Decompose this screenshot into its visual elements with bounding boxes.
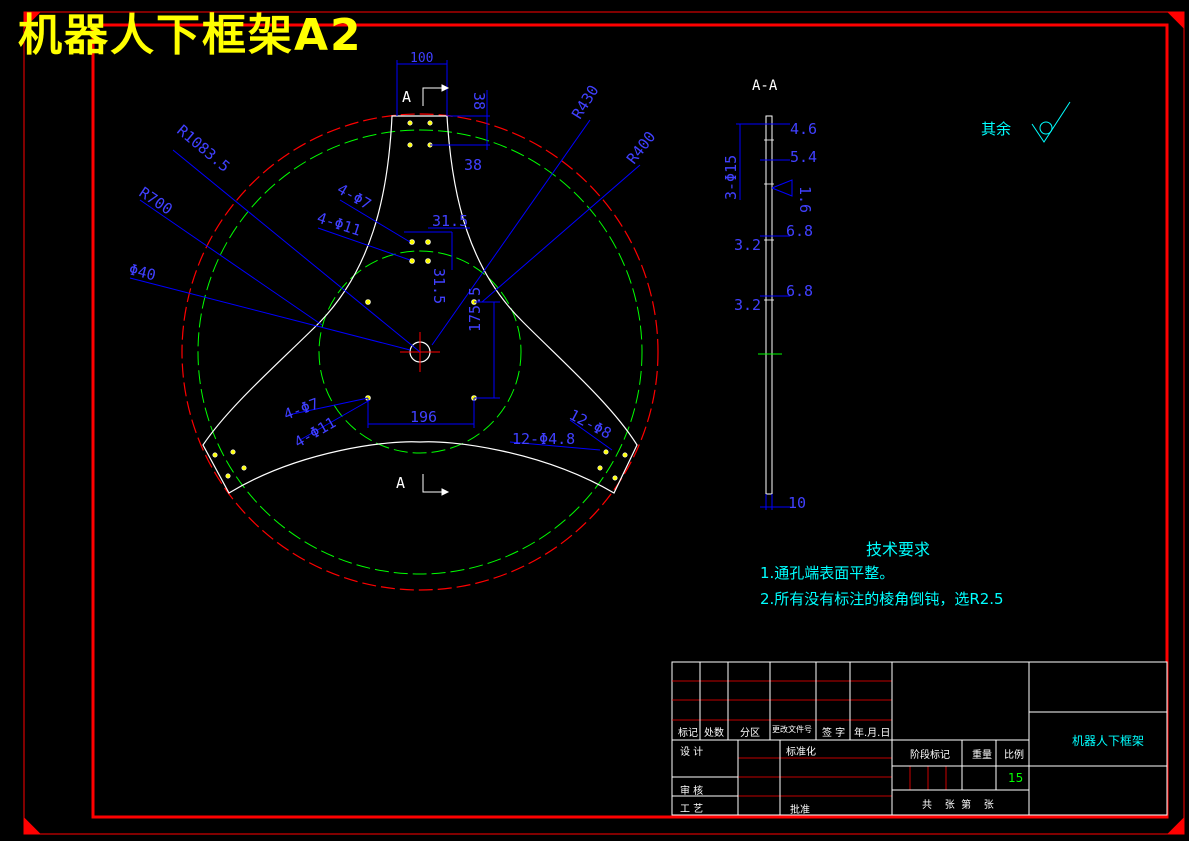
dim-38-horizontal: 38	[464, 156, 482, 174]
sec-dim-10: 10	[788, 494, 806, 512]
section-mark-bottom: A	[396, 474, 405, 492]
tb-sheets: 共 张 第 张	[922, 800, 994, 811]
tech-line-2: 2.所有没有标注的棱角倒钝，选R2.5	[760, 590, 1004, 608]
dim-r400: R400	[623, 128, 659, 168]
section-view-title: A-A	[752, 78, 778, 94]
tb-weight: 重量	[972, 750, 992, 761]
sec-roughness-1-6: 1.6	[796, 186, 814, 213]
sec-dim-5-4: 5.4	[790, 148, 817, 166]
tb-standard: 标准化	[786, 747, 816, 758]
section-view: 4.6 5.4 3-Φ15 1.6 3.2 6.8 3.2 6.8 10	[722, 115, 817, 512]
roughness-symbol-icon	[1031, 101, 1071, 143]
tb-docno: 更改文件号	[772, 725, 812, 734]
tb-scale-value: 15	[1008, 771, 1024, 785]
tb-part-name: 机器人下框架	[1072, 734, 1145, 748]
dim-r1083: R1083.5	[173, 121, 233, 175]
tb-review: 审 核	[680, 786, 704, 797]
dim-100: 100	[410, 51, 433, 66]
section-mark-top: A	[402, 88, 411, 106]
tb-approve: 批准	[790, 805, 810, 816]
dim-12-phi4-8: 12-Φ4.8	[512, 430, 575, 448]
dimension-lines	[129, 60, 641, 451]
dim-38-vertical: 38	[470, 92, 488, 110]
tb-zone: 分区	[740, 728, 760, 739]
dimension-texts: 100 38 38 R430 R400 R1083.5 R700 Φ40 4-Φ…	[127, 51, 659, 451]
tech-line-1: 1.通孔端表面平整。	[760, 564, 895, 582]
tb-mark: 标记	[678, 728, 698, 739]
tb-sign: 签 字	[822, 728, 846, 739]
dim-31-5-v: 31.5	[430, 268, 448, 304]
bolt-holes	[212, 120, 628, 481]
tb-count: 处数	[704, 728, 724, 739]
sec-dim-4-6: 4.6	[790, 120, 817, 138]
tb-design: 设 计	[680, 747, 704, 758]
sec-dim-3-phi15: 3-Φ15	[722, 155, 740, 200]
tb-scale: 比例	[1004, 750, 1024, 761]
sec-dim-6-8-b: 6.8	[786, 282, 813, 300]
dim-phi40: Φ40	[127, 260, 158, 284]
tech-heading: 技术要求	[866, 540, 931, 559]
tb-process: 工 艺	[680, 804, 704, 815]
dim-r700: R700	[136, 183, 176, 218]
roughness-note: 其余	[981, 120, 1012, 138]
tb-stage: 阶段标记	[910, 750, 950, 761]
dim-4-phi7-b: 4-Φ7	[281, 394, 321, 423]
sec-dim-3-2-a: 3.2	[734, 236, 761, 254]
dim-196: 196	[410, 408, 437, 426]
drawing-title: 机器人下框架A2	[18, 10, 363, 61]
sec-dim-6-8-a: 6.8	[786, 222, 813, 240]
dim-31-5-h: 31.5	[432, 212, 468, 230]
dim-175-5: 175.5	[466, 287, 484, 332]
tb-date: 年.月.日	[854, 728, 891, 739]
dim-r430: R430	[568, 82, 602, 122]
sec-dim-3-2-b: 3.2	[734, 296, 761, 314]
